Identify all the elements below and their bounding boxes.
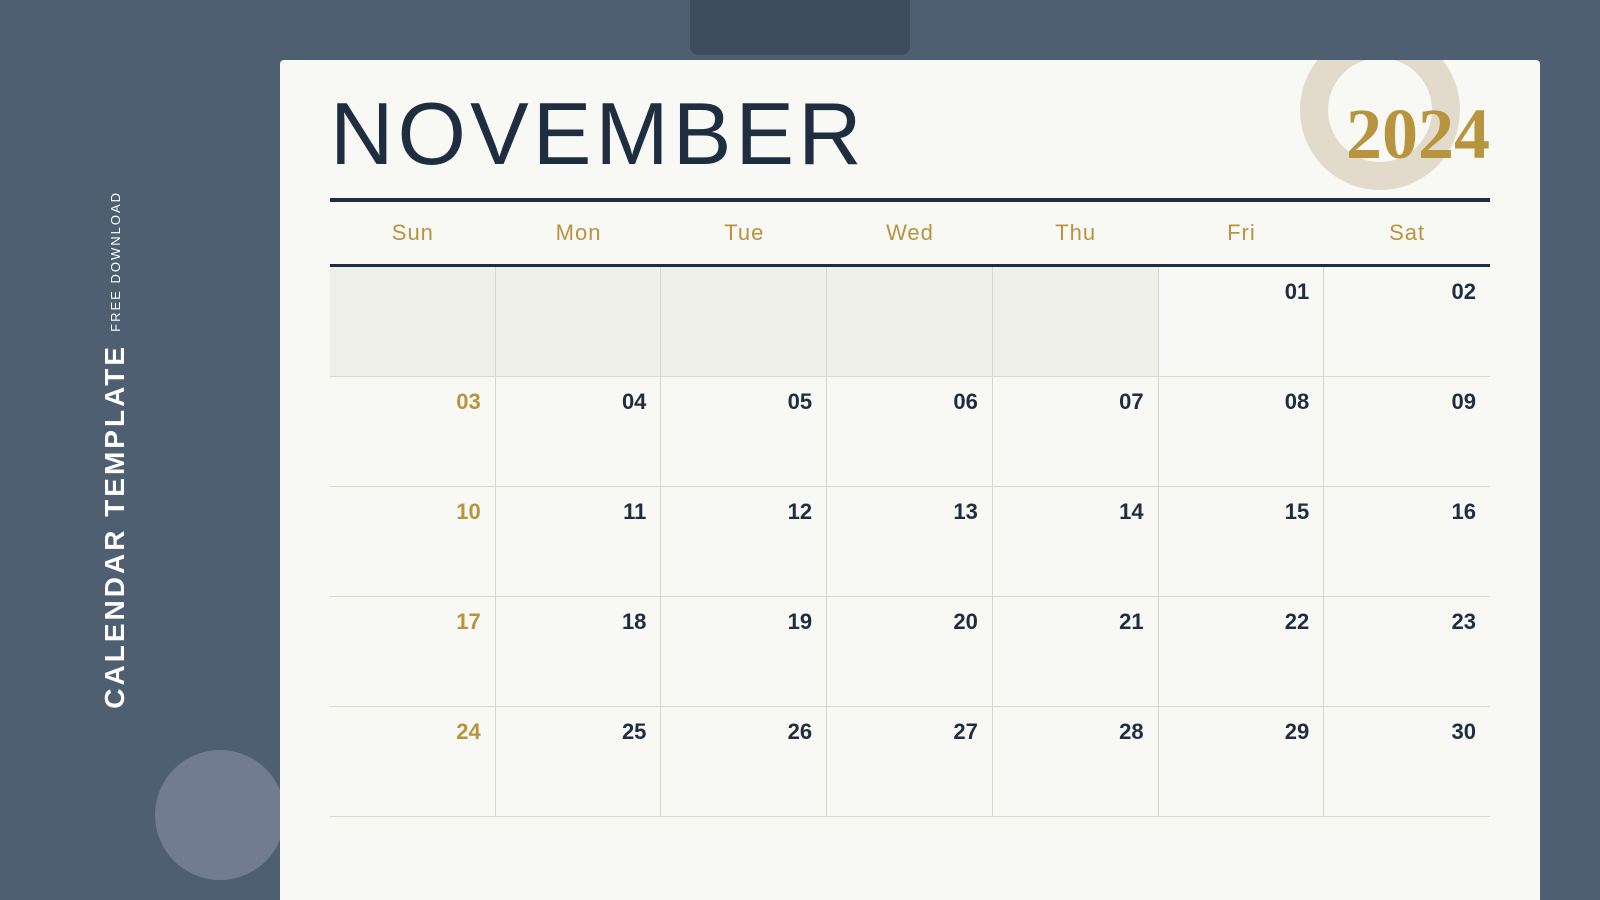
calendar-cell: 20	[827, 597, 993, 707]
calendar-cell: 14	[993, 487, 1159, 597]
cell-date-number: 19	[788, 609, 812, 635]
day-header-mon: Mon	[496, 202, 662, 264]
calendar-cell: 10	[330, 487, 496, 597]
calendar-cell: 04	[496, 377, 662, 487]
calendar-cell	[661, 267, 827, 377]
cell-date-number: 17	[456, 609, 480, 635]
cell-date-number: 24	[456, 719, 480, 745]
calendar-cell: 18	[496, 597, 662, 707]
cell-date-number: 16	[1452, 499, 1476, 525]
calendar-cell: 19	[661, 597, 827, 707]
cell-date-number: 01	[1285, 279, 1309, 305]
day-header-sat: Sat	[1324, 202, 1490, 264]
calendar-cell: 29	[1159, 707, 1325, 817]
cell-date-number: 14	[1119, 499, 1143, 525]
day-header-tue: Tue	[661, 202, 827, 264]
calendar-cell: 24	[330, 707, 496, 817]
calendar-container: NOVEMBER 2024 Sun Mon Tue Wed Thu Fri Sa…	[280, 60, 1540, 900]
calendar-cell: 03	[330, 377, 496, 487]
cell-date-number: 29	[1285, 719, 1309, 745]
month-title: NOVEMBER	[330, 90, 866, 178]
calendar-cell: 17	[330, 597, 496, 707]
sidebar-free-download-label: FREE DOWNLOAD	[108, 191, 123, 332]
calendar-cell: 05	[661, 377, 827, 487]
cell-date-number: 27	[953, 719, 977, 745]
calendar-cell: 06	[827, 377, 993, 487]
calendar-header: NOVEMBER 2024	[280, 60, 1540, 198]
calendar-cell: 13	[827, 487, 993, 597]
cell-date-number: 15	[1285, 499, 1309, 525]
cell-date-number: 23	[1452, 609, 1476, 635]
cell-date-number: 25	[622, 719, 646, 745]
sidebar-calendar-template-label: CALENDAR TEMPLATE	[99, 344, 131, 709]
calendar-cell: 23	[1324, 597, 1490, 707]
calendar-cell: 15	[1159, 487, 1325, 597]
cell-date-number: 06	[953, 389, 977, 415]
cell-date-number: 21	[1119, 609, 1143, 635]
calendar-cell: 08	[1159, 377, 1325, 487]
background-tab	[690, 0, 910, 55]
cell-date-number: 09	[1452, 389, 1476, 415]
calendar-cell: 30	[1324, 707, 1490, 817]
calendar-cell	[993, 267, 1159, 377]
year-title: 2024	[1346, 98, 1490, 178]
cell-date-number: 10	[456, 499, 480, 525]
calendar-cell: 28	[993, 707, 1159, 817]
calendar-cell: 09	[1324, 377, 1490, 487]
calendar-grid: 01 02 03 04 05 06 07 08 09 10 11 12 13 14 15 16 17 18 19 20…	[330, 267, 1490, 817]
day-header-fri: Fri	[1159, 202, 1325, 264]
calendar-cell	[496, 267, 662, 377]
calendar-cell: 16	[1324, 487, 1490, 597]
cell-date-number: 11	[623, 499, 646, 525]
cell-date-number: 26	[788, 719, 812, 745]
day-header-wed: Wed	[827, 202, 993, 264]
cell-date-number: 18	[622, 609, 646, 635]
calendar-cell: 22	[1159, 597, 1325, 707]
calendar-cell: 21	[993, 597, 1159, 707]
calendar-cell	[330, 267, 496, 377]
calendar-cell: 26	[661, 707, 827, 817]
day-header-sun: Sun	[330, 202, 496, 264]
cell-date-number: 07	[1119, 389, 1143, 415]
cell-date-number: 20	[953, 609, 977, 635]
cell-date-number: 08	[1285, 389, 1309, 415]
calendar-cell: 25	[496, 707, 662, 817]
cell-date-number: 03	[456, 389, 480, 415]
cell-date-number: 04	[622, 389, 646, 415]
day-headers-row: Sun Mon Tue Wed Thu Fri Sat	[330, 202, 1490, 267]
cell-date-number: 30	[1452, 719, 1476, 745]
cell-date-number: 05	[788, 389, 812, 415]
calendar-cell: 11	[496, 487, 662, 597]
cell-date-number: 22	[1285, 609, 1309, 635]
calendar-cell	[827, 267, 993, 377]
calendar-cell: 27	[827, 707, 993, 817]
decorative-circle-bottom-left	[155, 750, 285, 880]
calendar-cell: 02	[1324, 267, 1490, 377]
cell-date-number: 12	[788, 499, 812, 525]
calendar-cell: 01	[1159, 267, 1325, 377]
cell-date-number: 13	[953, 499, 977, 525]
day-header-thu: Thu	[993, 202, 1159, 264]
cell-date-number: 28	[1119, 719, 1143, 745]
calendar-cell: 12	[661, 487, 827, 597]
calendar-cell: 07	[993, 377, 1159, 487]
cell-date-number: 02	[1452, 279, 1476, 305]
